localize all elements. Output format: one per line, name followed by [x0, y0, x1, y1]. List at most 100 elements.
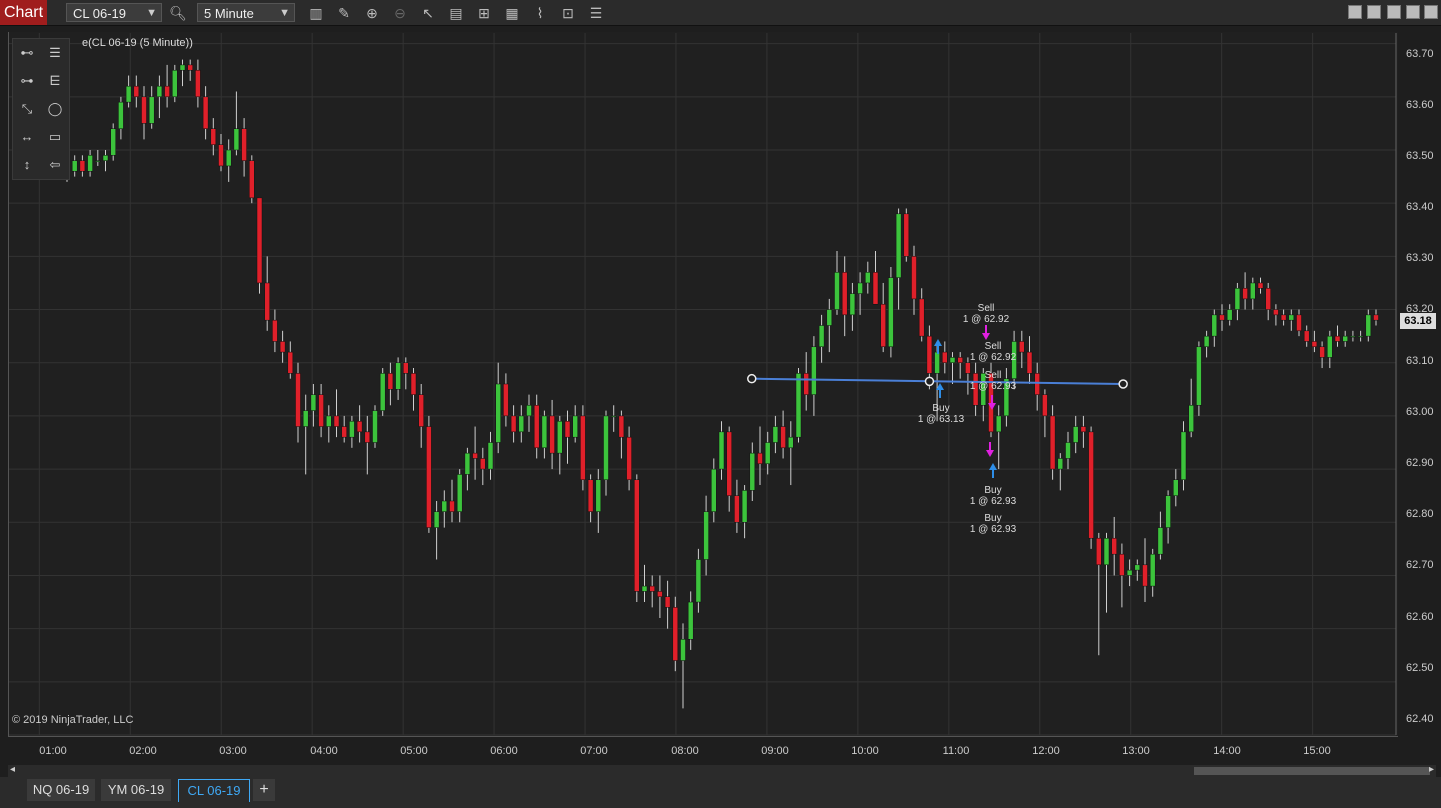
scroll-left-icon[interactable]: ◂ — [10, 764, 15, 775]
candle-body — [1373, 314, 1379, 321]
x-tick-label: 12:00 — [1032, 745, 1060, 757]
x-tick-label: 11:00 — [942, 745, 970, 757]
candle-body — [865, 272, 871, 284]
sell-arrow-icon — [986, 450, 994, 457]
y-tick-label: 63.40 — [1406, 201, 1434, 213]
candle-body — [418, 394, 424, 427]
candle-body — [225, 149, 232, 167]
candle-body — [133, 85, 140, 98]
candle-body — [1034, 373, 1040, 395]
candle-body — [95, 160, 101, 162]
candle-body — [387, 373, 394, 390]
candle-body — [687, 601, 694, 640]
candle-body — [610, 415, 617, 418]
candle-body — [156, 85, 163, 98]
arrow-tool-icon[interactable]: ⇦ — [43, 154, 67, 176]
trendline-anchor — [1118, 379, 1128, 389]
candle-body — [110, 128, 116, 156]
candle-body — [302, 410, 309, 427]
execution-side: Buy — [984, 485, 1002, 496]
execution-side: Sell — [977, 303, 995, 314]
execution-side: Sell — [984, 341, 1002, 352]
candle-body — [795, 373, 802, 438]
execution-side: Buy — [932, 403, 950, 414]
x-tick-label: 10:00 — [851, 745, 879, 757]
candle-body — [333, 415, 340, 427]
tab-nq[interactable]: NQ 06-19 — [27, 779, 95, 801]
x-tick-label: 04:00 — [310, 745, 338, 757]
candle-body — [857, 282, 863, 294]
fibonacci-icon[interactable]: ⋿ — [43, 70, 67, 92]
candle-body — [164, 85, 170, 98]
extended-line-icon[interactable]: ↔ — [15, 126, 39, 148]
tab-ym[interactable]: YM 06-19 — [101, 779, 171, 801]
diagonal-line-icon[interactable]: ⤡ — [15, 98, 39, 120]
candle-body — [942, 351, 948, 363]
candle-body — [957, 357, 963, 363]
candle-body — [626, 436, 632, 480]
candle-body — [811, 346, 817, 395]
candle-body — [1173, 479, 1179, 496]
candle-body — [657, 591, 663, 597]
candle-body — [603, 415, 609, 480]
scrollbar-thumb[interactable] — [1194, 767, 1430, 775]
candle-body — [210, 128, 217, 145]
candle-body — [326, 415, 332, 427]
y-tick-label: 63.70 — [1406, 48, 1434, 60]
candle-body — [1049, 415, 1056, 470]
candle-body — [1319, 346, 1325, 358]
y-tick-label: 63.50 — [1406, 150, 1434, 162]
candle-body — [641, 585, 648, 592]
candle-body — [1157, 527, 1164, 555]
execution-label: Buy 1 @ 63.13 — [917, 403, 965, 425]
candle-body — [272, 319, 278, 342]
candle-body — [903, 213, 910, 257]
instrument-tab-bar: NQ 06-19 YM 06-19 CL 06-19 + — [0, 777, 1441, 808]
candle-body — [349, 420, 355, 438]
line-tool-icon[interactable]: ⊷ — [15, 42, 39, 64]
candle-body — [1365, 314, 1372, 337]
candle-body — [1226, 309, 1233, 321]
candle-body — [310, 394, 317, 411]
candle-body — [441, 500, 448, 512]
trendline-anchor — [747, 373, 757, 384]
candle-body — [803, 373, 809, 395]
candle-body — [403, 362, 409, 374]
y-tick-label: 62.50 — [1406, 662, 1434, 674]
candle-body — [87, 155, 93, 172]
ray-tool-icon[interactable]: ⊶ — [15, 70, 39, 92]
ellipse-icon[interactable]: ◯ — [43, 98, 67, 120]
rectangle-icon[interactable]: ▭ — [43, 126, 67, 148]
vertical-line-icon[interactable]: ↕ — [15, 154, 39, 176]
candle-body — [487, 442, 494, 470]
candle-body — [672, 607, 679, 661]
candle-body — [1188, 405, 1194, 433]
horizontal-lines-icon[interactable]: ☰ — [43, 42, 67, 64]
candle-body — [1234, 288, 1241, 310]
candle-body — [472, 452, 478, 459]
candle-body — [918, 298, 925, 337]
candle-body — [148, 96, 155, 124]
y-tick-label: 63.60 — [1406, 99, 1434, 111]
x-tick-label: 14:00 — [1213, 745, 1241, 757]
scroll-right-icon[interactable]: ▸ — [1429, 764, 1434, 775]
candle-body — [549, 415, 555, 454]
candle-body — [888, 277, 894, 348]
x-tick-label: 06:00 — [490, 745, 518, 757]
candle-body — [249, 160, 255, 199]
candle-body — [433, 511, 440, 528]
candle-body — [541, 415, 548, 449]
tab-cl[interactable]: CL 06-19 — [178, 779, 250, 802]
x-tick-label: 01:00 — [39, 745, 67, 757]
price-chart[interactable] — [0, 0, 1441, 808]
add-tab-button[interactable]: + — [253, 779, 275, 801]
candle-body — [1096, 537, 1102, 566]
horizontal-scrollbar[interactable]: ◂ ▸ — [8, 764, 1436, 777]
y-tick-label: 62.70 — [1406, 559, 1434, 571]
candle-body — [718, 431, 725, 470]
candle-body — [1142, 564, 1148, 587]
chart-legend: e(CL 06-19 (5 Minute)) — [82, 37, 193, 49]
candle-body — [118, 101, 124, 129]
candle-body — [172, 69, 178, 98]
x-tick-label: 07:00 — [580, 745, 608, 757]
